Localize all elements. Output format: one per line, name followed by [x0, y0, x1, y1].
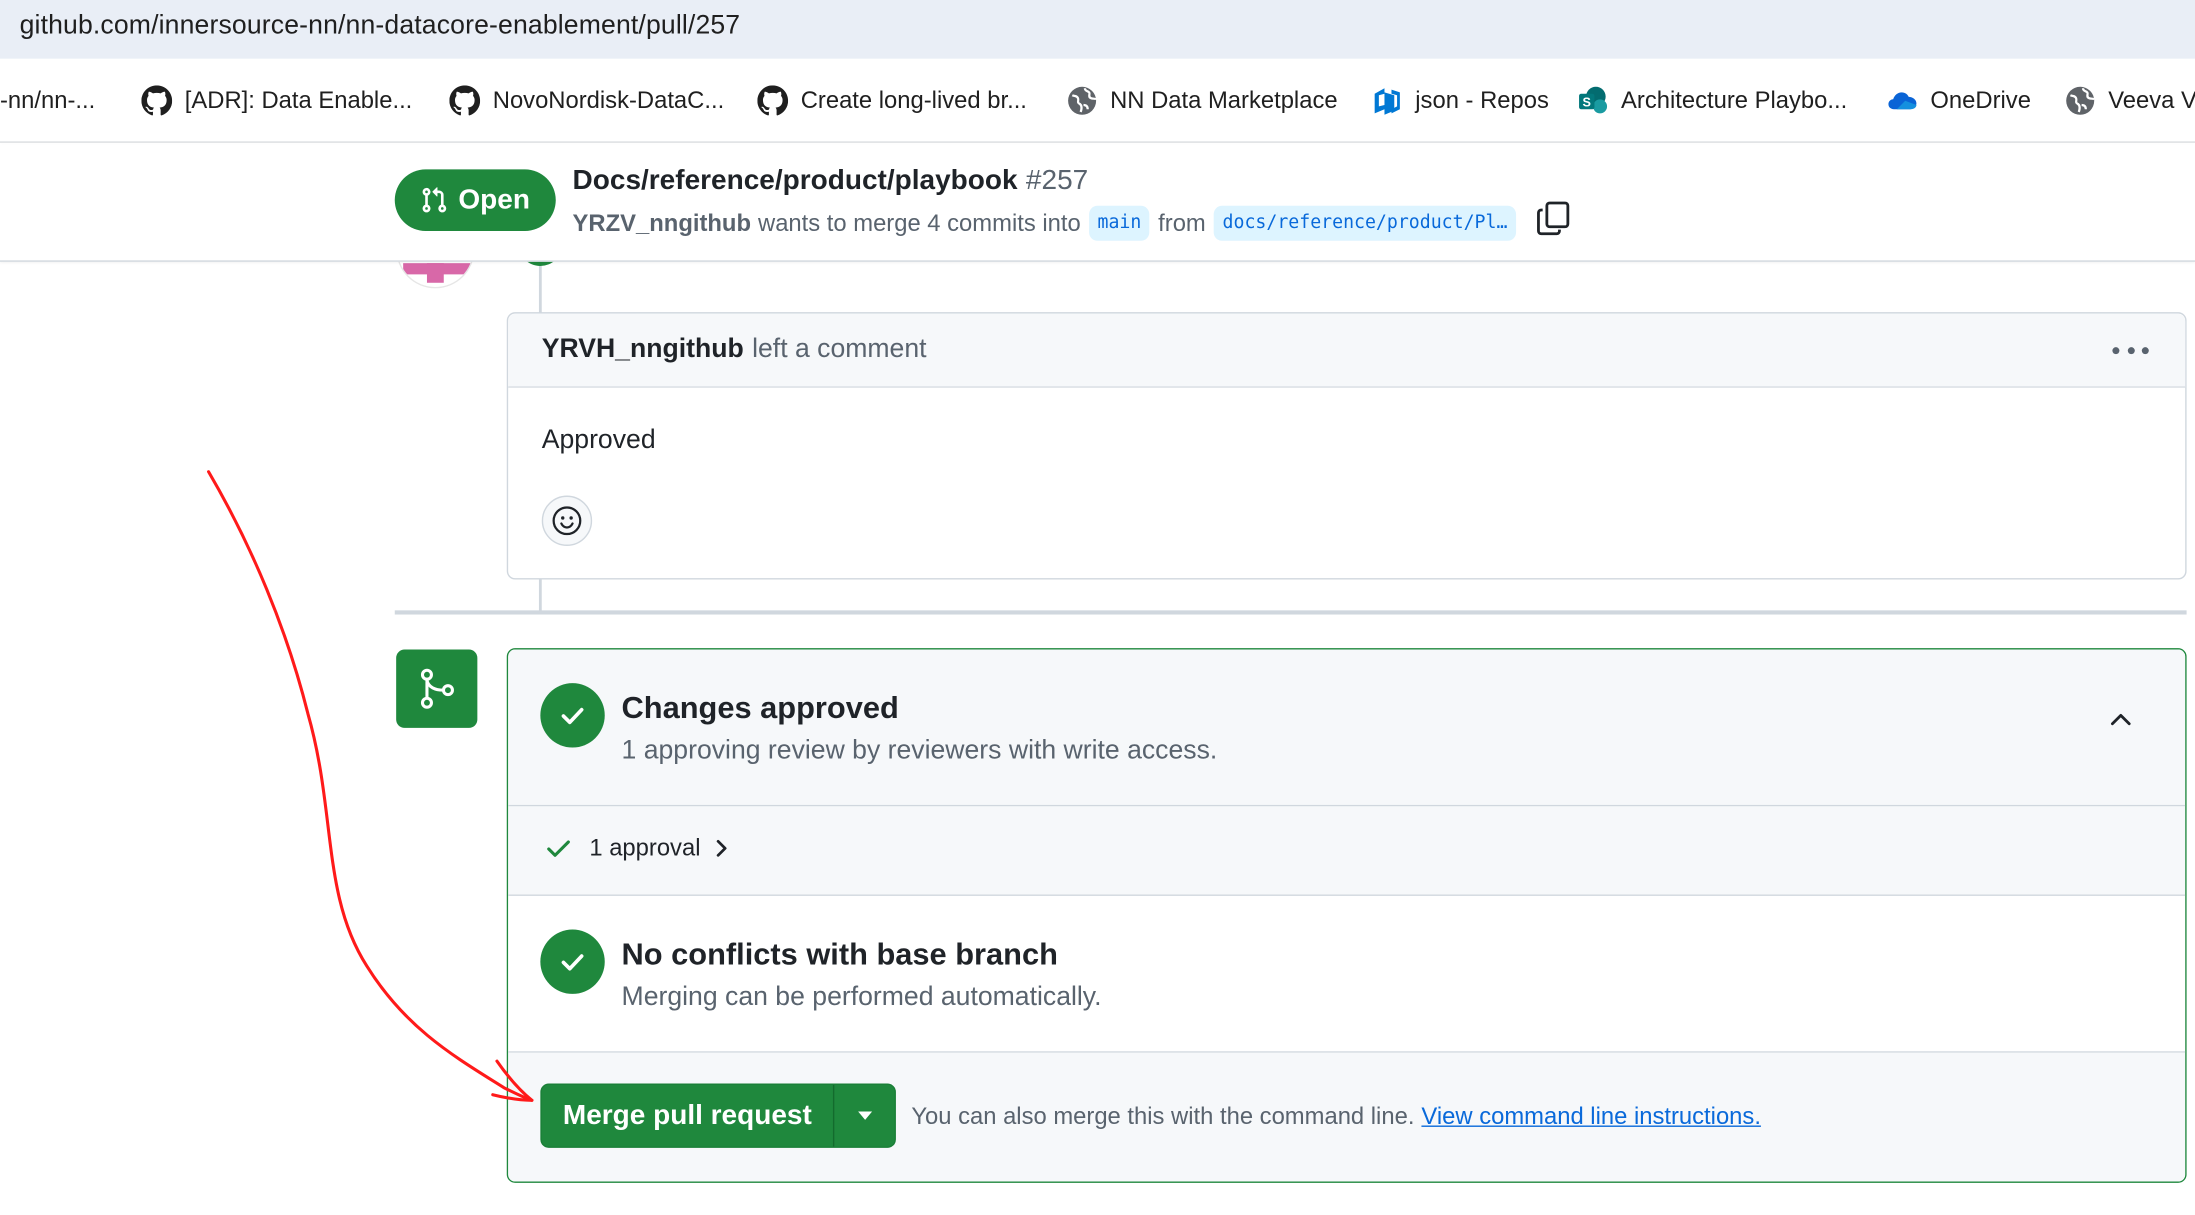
merge-pull-request-button[interactable]: Merge pull request — [542, 1084, 835, 1147]
smiley-icon — [552, 506, 582, 536]
comment-action: left a comment — [752, 334, 927, 364]
caret-down-icon — [857, 1111, 872, 1120]
timeline-divider — [394, 610, 2187, 615]
bookmark-label: -nn/nn-... — [0, 86, 96, 114]
bookmark-item[interactable]: -nn/nn-... — [0, 83, 95, 119]
globe-icon — [2066, 86, 2095, 115]
conflicts-subtitle: Merging can be performed automatically. — [621, 982, 1102, 1013]
bookmark-item[interactable]: Create long-lived br... — [757, 83, 1027, 119]
bookmark-item[interactable]: OneDrive — [1887, 83, 2031, 119]
bookmark-item[interactable]: NN Data Marketplace — [1067, 83, 1338, 119]
azure-devops-icon — [1374, 88, 1400, 115]
merge-status-icon-box — [396, 649, 478, 728]
base-branch[interactable]: main — [1089, 205, 1150, 241]
comment-header: YRVH_nngithub left a comment — [508, 313, 2186, 388]
comment-card: YRVH_nngithub left a comment Approved — [506, 312, 2187, 580]
merge-hint-text: You can also merge this with the command… — [911, 1103, 1415, 1130]
head-branch[interactable]: docs/reference/product/Pl… — [1214, 205, 1516, 241]
bookmark-item[interactable]: [ADR]: Data Enable... — [141, 83, 412, 119]
approvals-section: 1 approval — [508, 806, 2186, 896]
bookmark-item[interactable]: json - Repos — [1372, 83, 1549, 119]
check-circle-icon — [540, 929, 605, 994]
conflicts-title: No conflicts with base branch — [621, 936, 1058, 972]
bookmark-label: [ADR]: Data Enable... — [184, 86, 413, 114]
url-text[interactable]: github.com/innersource-nn/nn-datacore-en… — [20, 11, 741, 42]
page: github.com/innersource-nn/nn-datacore-en… — [0, 0, 2195, 1215]
bookmark-item[interactable]: S Architecture Playbo... — [1578, 83, 1848, 119]
bookmark-label: Veeva Va — [2108, 86, 2195, 114]
conflicts-section: No conflicts with base branch Merging ca… — [508, 895, 2186, 1053]
sharepoint-icon: S — [1579, 86, 1608, 114]
bookmark-label: OneDrive — [1930, 86, 2031, 114]
approvals-toggle[interactable]: 1 approval — [545, 834, 732, 862]
bookmark-item[interactable]: NovoNordisk-DataC... — [449, 83, 724, 119]
merge-method-dropdown[interactable] — [834, 1085, 894, 1147]
browser-address-bar[interactable]: github.com/innersource-nn/nn-datacore-en… — [0, 0, 2195, 59]
comment-author[interactable]: YRVH_nngithub — [542, 335, 744, 366]
pr-merge-text: wants to merge 4 commits into — [758, 209, 1081, 236]
pr-author[interactable]: YRZV_nngithub — [573, 209, 751, 237]
add-reaction-button[interactable] — [541, 495, 593, 546]
pr-title-text[interactable]: Docs/reference/product/playbook — [573, 165, 1018, 196]
onedrive-icon — [1888, 92, 1917, 110]
check-icon — [547, 840, 570, 857]
comment-body: Approved — [541, 425, 656, 455]
bookmark-item[interactable]: Veeva Va — [2065, 83, 2195, 119]
approvals-label: 1 approval — [589, 834, 701, 861]
bookmark-label: NovoNordisk-DataC... — [492, 86, 725, 114]
github-icon — [449, 85, 481, 116]
merge-hint: You can also merge this with the command… — [911, 1103, 1761, 1131]
bookmark-label: NN Data Marketplace — [1110, 86, 1338, 114]
bookmark-label: json - Repos — [1415, 86, 1549, 114]
pr-number: #257 — [1025, 165, 1089, 196]
pr-title: Docs/reference/product/playbook #257 — [573, 165, 1089, 197]
pull-request-icon — [423, 187, 447, 213]
github-icon — [141, 85, 173, 116]
bookmark-label: Architecture Playbo... — [1621, 86, 1848, 114]
bookmarks-bar: -nn/nn-... [ADR]: Data Enable... NovoNor… — [0, 58, 2195, 143]
merge-actions-section: Merge pull request You can also merge th… — [508, 1052, 2186, 1182]
merge-box: Changes approved 1 approving review by r… — [506, 648, 2187, 1183]
git-merge-icon — [420, 668, 454, 709]
copy-icon[interactable] — [1536, 197, 1572, 239]
command-line-instructions-link[interactable]: View command line instructions. — [1421, 1103, 1760, 1130]
review-status-section[interactable]: Changes approved 1 approving review by r… — [508, 649, 2186, 807]
globe-icon — [1068, 86, 1097, 115]
kebab-menu-icon[interactable] — [2112, 336, 2149, 364]
check-circle-icon — [540, 683, 605, 748]
pr-from-text: from — [1158, 209, 1206, 236]
pr-meta: YRZV_nngithub wants to merge 4 commits i… — [573, 205, 1525, 241]
chevron-right-icon — [717, 839, 728, 857]
pr-state-badge: Open — [394, 169, 556, 231]
pr-state-label: Open — [458, 184, 530, 215]
review-status-subtitle: 1 approving review by reviewers with wri… — [621, 736, 1218, 766]
chevron-up-icon[interactable] — [2107, 706, 2135, 734]
svg-text:S: S — [1583, 95, 1591, 109]
review-status-title: Changes approved — [621, 690, 899, 726]
github-icon — [757, 85, 789, 116]
merge-button-group: Merge pull request — [540, 1083, 896, 1148]
pr-sticky-header: Open Docs/reference/product/playbook #257… — [0, 144, 2195, 262]
bookmark-label: Create long-lived br... — [800, 86, 1027, 114]
